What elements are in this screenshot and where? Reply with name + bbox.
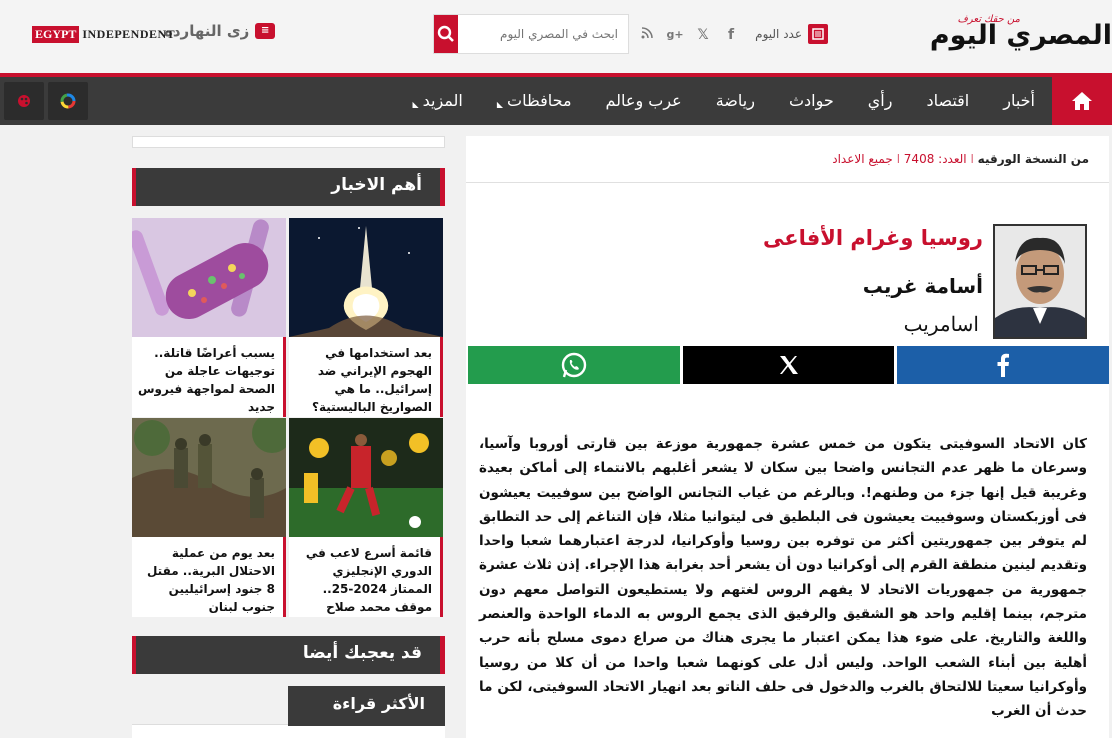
search-bar (433, 14, 629, 54)
sidebar-top-strip (132, 136, 445, 148)
site-logo[interactable]: من حقك تعرف المصري اليوم (912, 14, 1112, 59)
crumb-print-edition[interactable]: من النسخة الورقيه (978, 152, 1089, 166)
search-icon (437, 25, 454, 42)
card-image (289, 418, 443, 537)
palette-icon (18, 95, 30, 107)
facebook-icon (997, 353, 1010, 377)
share-facebook-button[interactable] (897, 346, 1109, 384)
article-title: روسيا وغرام الأفاعى (763, 226, 983, 250)
todays-issue-label: عدد اليوم (755, 27, 802, 41)
author-name[interactable]: أسامة غريب (863, 274, 983, 298)
most-read-title: الأكثر قراءة (332, 694, 425, 713)
tab-strip (132, 724, 445, 738)
news-card[interactable]: بعد يوم من عملية الاحتلال البرية.. مقتل … (132, 418, 286, 617)
nav-opinion[interactable]: رأي (851, 77, 910, 125)
share-buttons (466, 346, 1109, 384)
home-icon (1072, 92, 1092, 110)
theme-button[interactable] (4, 82, 44, 120)
top-news-title: أهم الاخبار (331, 175, 422, 195)
caret-down-icon: ◣ (412, 100, 419, 109)
card-image (289, 218, 443, 337)
news-card[interactable]: قائمة أسرع لاعب في الدوري الإنجليزي المم… (289, 418, 443, 617)
whatsapp-icon (561, 352, 587, 378)
top-news-header: أهم الاخبار (132, 168, 445, 206)
newspaper-icon (808, 24, 828, 44)
color-wheel-icon (60, 93, 76, 109)
color-wheel-button[interactable] (48, 82, 88, 120)
social-links: f 𝕏 g+ (638, 26, 740, 44)
nav-accidents[interactable]: حوادث (772, 77, 851, 125)
article-body: كان الاتحاد السوفيتى يتكون من خمس عشرة ج… (479, 436, 1087, 720)
nav-news[interactable]: أخبار (986, 77, 1052, 125)
this-day-label: زى النهارده (164, 22, 250, 40)
card-image (132, 418, 286, 537)
search-input[interactable] (458, 15, 628, 53)
egypt-independent-link[interactable]: EGYPT INDEPENDENT (32, 26, 175, 43)
egypt-independent-independent: INDEPENDENT (82, 27, 176, 41)
card-caption: يسبب أعراضًا قاتلة.. توجيهات عاجلة من ال… (138, 346, 275, 414)
nav-governorates[interactable]: محافظات ◣ (480, 77, 589, 125)
top-header: من حقك تعرف المصري اليوم عدد اليوم f 𝕏 g… (0, 0, 1112, 73)
caret-down-icon: ◣ (496, 100, 504, 109)
share-x-button[interactable] (682, 346, 895, 384)
this-day-link[interactable]: ≡ زى النهارده (164, 22, 276, 40)
crumb-all-issues[interactable]: جميع الاعداد (832, 152, 893, 166)
x-icon[interactable]: 𝕏 (694, 26, 712, 44)
divider (466, 182, 1109, 183)
crumb-issue-number[interactable]: العدد: 7408 (904, 152, 967, 166)
also-like-header: قد يعجبك أيضا (132, 636, 445, 674)
facebook-icon[interactable]: f (722, 26, 740, 44)
card-image (132, 218, 286, 337)
news-card[interactable]: بعد استخدامها في الهجوم الإيراني ضد إسرا… (289, 218, 443, 417)
nav-arab-world[interactable]: عرب وعالم (589, 77, 699, 125)
article-panel: من النسخة الورقيه | العدد: 7408 | جميع ا… (466, 136, 1109, 738)
card-caption: بعد استخدامها في الهجوم الإيراني ضد إسرا… (312, 346, 432, 414)
card-caption: بعد يوم من عملية الاحتلال البرية.. مقتل … (146, 546, 275, 614)
card-caption: قائمة أسرع لاعب في الدوري الإنجليزي المم… (305, 546, 432, 614)
nav-items: أخبار اقتصاد رأي حوادث رياضة عرب وعالم م… (395, 77, 1052, 125)
logo-text: المصري اليوم (929, 20, 1112, 51)
google-plus-icon[interactable]: g+ (666, 26, 684, 44)
nav-economy[interactable]: اقتصاد (909, 77, 986, 125)
author-signature: اسامريب (903, 312, 979, 336)
news-card[interactable]: يسبب أعراضًا قاتلة.. توجيهات عاجلة من ال… (132, 218, 286, 417)
nav-more[interactable]: المزيد ◣ (395, 77, 479, 125)
home-button[interactable] (1052, 77, 1112, 125)
search-button[interactable] (434, 15, 458, 53)
egypt-independent-egypt: EGYPT (32, 26, 80, 43)
nav-tools (4, 82, 88, 120)
share-whatsapp-button[interactable] (467, 346, 680, 384)
chat-icon: ≡ (255, 23, 276, 39)
main-nav: أخبار اقتصاد رأي حوادث رياضة عرب وعالم م… (0, 77, 1112, 125)
x-icon (779, 356, 798, 374)
todays-issue-link[interactable]: عدد اليوم (755, 24, 828, 44)
nav-sports[interactable]: رياضة (699, 77, 772, 125)
also-like-title: قد يعجبك أيضا (302, 643, 422, 663)
rss-icon[interactable] (638, 26, 656, 44)
breadcrumb: من النسخة الورقيه | العدد: 7408 | جميع ا… (832, 152, 1089, 166)
author-photo (993, 224, 1087, 339)
most-read-tab[interactable]: الأكثر قراءة (288, 686, 445, 724)
